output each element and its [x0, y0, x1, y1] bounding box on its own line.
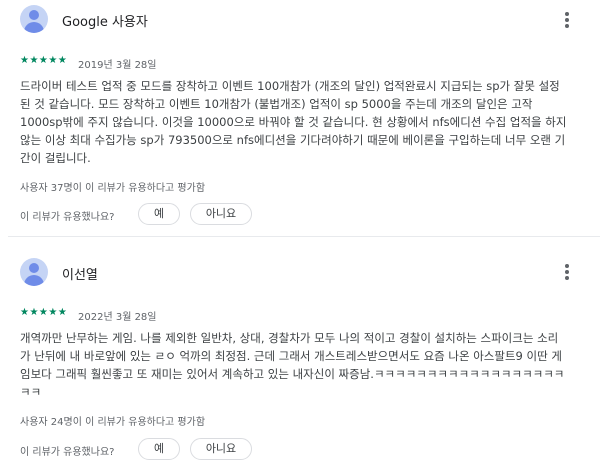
review-text-line: 가 난뒤에 내 바로앞에 있는 ㄹㅇ 억까의 최정점. 근데 그래서 개스트레스… [20, 349, 562, 363]
review-author: Google 사용자 [62, 15, 148, 30]
review-text-line: ㅋㅋ [20, 385, 42, 399]
review-card: Google 사용자 ★★★★★ 2019년 3월 28일 드라이버 테스트 업… [0, 0, 600, 236]
review-text-line: 된 것 같습니다. 모드 장착하고 이벤트 10개참가 (불법개조) 업적이 s… [20, 97, 533, 111]
review-date: 2022년 3월 28일 [78, 312, 157, 323]
review-text-line: 임보다 그래픽 훨씬좋고 또 재미는 있어서 계속하고 있는 내자신이 짜증남.… [20, 367, 565, 381]
review-text-line: 간이 걸립니다. [20, 151, 91, 165]
helpful-yes-button[interactable]: 예 [138, 203, 180, 225]
helpful-question: 이 리뷰가 유용했나요? [20, 212, 115, 223]
star-rating: ★★★★★ [20, 55, 68, 66]
review-author: 이선열 [62, 268, 98, 283]
review-date: 2019년 3월 28일 [78, 60, 157, 71]
helpful-question: 이 리뷰가 유용했나요? [20, 447, 115, 458]
helpful-no-button[interactable]: 아니요 [190, 203, 252, 225]
more-vert-icon[interactable] [560, 262, 574, 282]
review-text-line: 않는 이상 최대 수집가능 sp가 793500으로 nfs에디션을 기다려야하… [20, 133, 566, 147]
review-text-line: 개역까만 난무하는 게임. 나를 제외한 일반차, 상대, 경찰차가 모두 나의… [20, 331, 559, 345]
person-avatar-icon [20, 5, 48, 33]
review-card: 이선열 ★★★★★ 2022년 3월 28일 개역까만 난무하는 게임. 나를 … [0, 237, 600, 473]
review-text: 개역까만 난무하는 게임. 나를 제외한 일반차, 상대, 경찰차가 모두 나의… [20, 329, 585, 401]
person-avatar-icon [20, 258, 48, 286]
review-text-line: 1000sp밖에 주지 않습니다. 이것을 10000으로 바꿔야 할 것 같습… [20, 115, 567, 129]
star-rating: ★★★★★ [20, 307, 68, 318]
more-vert-icon[interactable] [560, 10, 574, 30]
review-text: 드라이버 테스트 업적 중 모드를 장착하고 이벤트 100개참가 (개조의 달… [20, 77, 585, 167]
review-text-line: 드라이버 테스트 업적 중 모드를 장착하고 이벤트 100개참가 (개조의 달… [20, 79, 560, 93]
helpful-count: 사용자 24명이 이 리뷰가 유용하다고 평가함 [20, 417, 206, 428]
helpful-no-button[interactable]: 아니요 [190, 438, 252, 460]
helpful-yes-button[interactable]: 예 [138, 438, 180, 460]
helpful-count: 사용자 37명이 이 리뷰가 유용하다고 평가함 [20, 183, 206, 194]
